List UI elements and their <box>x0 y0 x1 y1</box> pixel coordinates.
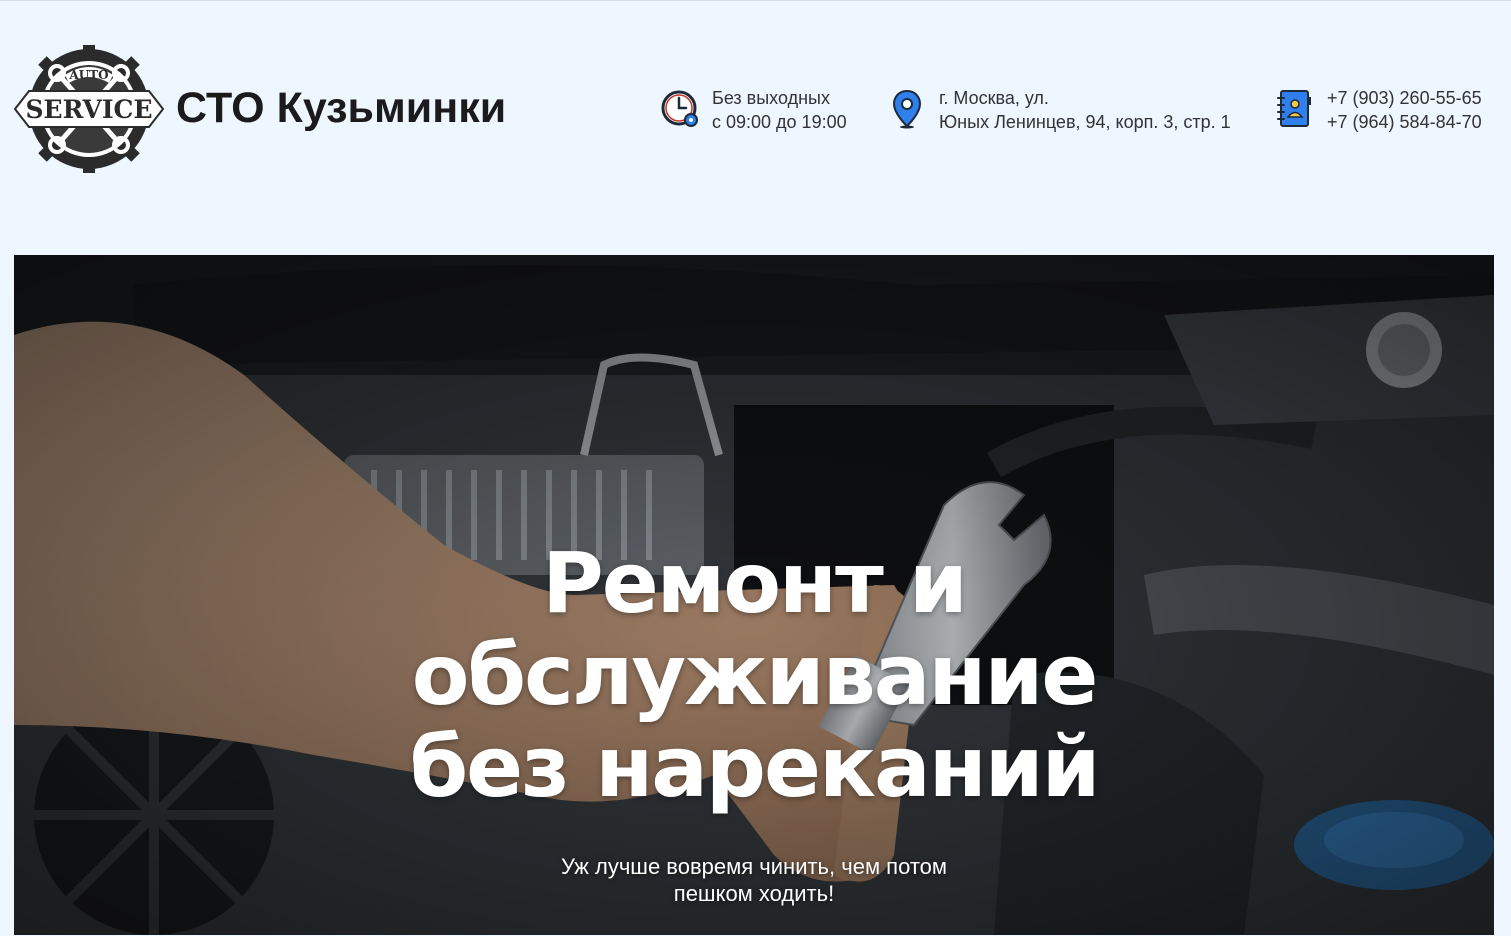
hero-banner: Ремонт и обслуживание без нареканий Уж л… <box>14 255 1494 935</box>
logo-main-word: SERVICE <box>25 95 152 124</box>
hours-line-2: с 09:00 до 19:00 <box>712 112 847 132</box>
clock-gear-icon <box>660 89 700 135</box>
address-line-1: г. Москва, ул. <box>939 88 1049 108</box>
hero-subtitle-line-1: Уж лучше вовремя чинить, чем потом <box>560 854 948 879</box>
hero-subtitle-line-2: пешком ходить! <box>673 881 835 906</box>
hero-subtitle: Уж лучше вовремя чинить, чем потом пешко… <box>514 853 994 907</box>
site-name[interactable]: СТО Кузьминки <box>176 84 506 133</box>
hero-title-line-1: Ремонт и <box>542 534 968 632</box>
map-pin-icon <box>891 89 923 135</box>
address-line-2: Юных Ленинцев, 94, корп. 3, стр. 1 <box>939 112 1231 132</box>
hours-line-1: Без выходных <box>712 88 830 108</box>
logo-top-word: AUTO <box>68 68 108 82</box>
hero-title: Ремонт и обслуживание без нареканий <box>354 537 1154 813</box>
phone-1[interactable]: +7 (903) 260-55-65 <box>1327 86 1482 110</box>
hero-title-line-2: обслуживание <box>411 626 1099 724</box>
auto-service-logo[interactable]: AUTO SERVICE <box>13 45 165 173</box>
address-book-icon <box>1276 89 1312 135</box>
site-header: AUTO SERVICE СТО Кузьминки Без выходных … <box>0 0 1511 220</box>
phone-2[interactable]: +7 (964) 584-84-70 <box>1327 110 1482 134</box>
hero-title-line-3: без нареканий <box>409 718 1101 816</box>
